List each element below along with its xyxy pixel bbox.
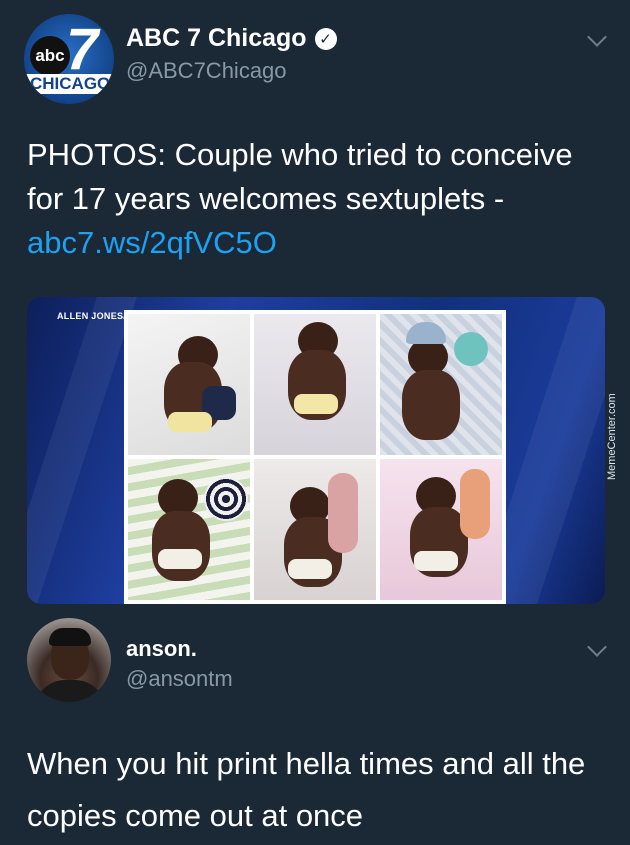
abc7-avatar[interactable]: abc 7 CHICAGO	[24, 14, 114, 104]
photo-grid	[124, 310, 506, 604]
verified-badge-icon: ✓	[314, 27, 337, 50]
chevron-down-icon[interactable]	[587, 27, 607, 47]
baby-photo-1	[128, 314, 250, 455]
tweet2-display-name[interactable]: anson.	[126, 636, 197, 662]
chicago-logo-strip: CHICAGO	[24, 74, 114, 94]
baby-photo-3	[380, 314, 502, 455]
tweet1-handle[interactable]: @ABC7Chicago	[126, 58, 287, 84]
chevron-down-icon[interactable]	[587, 637, 607, 657]
tweet2-text: When you hit print hella times and all t…	[27, 746, 586, 833]
baby-photo-5	[254, 459, 376, 600]
tweet1-link[interactable]: abc7.ws/2qfVC5O	[27, 221, 617, 265]
tweet1-text: PHOTOS: Couple who tried to conceive for…	[27, 133, 617, 265]
seven-logo: 7	[66, 17, 99, 82]
memecenter-watermark: MemeCenter.com	[606, 393, 618, 480]
baby-photo-6	[380, 459, 502, 600]
abc-logo-disc: abc	[30, 36, 70, 76]
baby-photo-2	[254, 314, 376, 455]
tweet1-name-row: ABC 7 Chicago ✓	[126, 24, 337, 53]
tweet1-media-image[interactable]: ALLEN JONES/VCU MARKETING	[27, 297, 605, 604]
tweet1-body: PHOTOS: Couple who tried to conceive for…	[27, 137, 573, 216]
tweet-screenshot: abc 7 CHICAGO ABC 7 Chicago ✓ @ABC7Chica…	[0, 0, 630, 845]
tweet1-display-name[interactable]: ABC 7 Chicago	[126, 24, 307, 53]
anson-avatar[interactable]	[27, 618, 111, 702]
tweet2-handle[interactable]: @ansontm	[126, 666, 233, 692]
baby-photo-4	[128, 459, 250, 600]
